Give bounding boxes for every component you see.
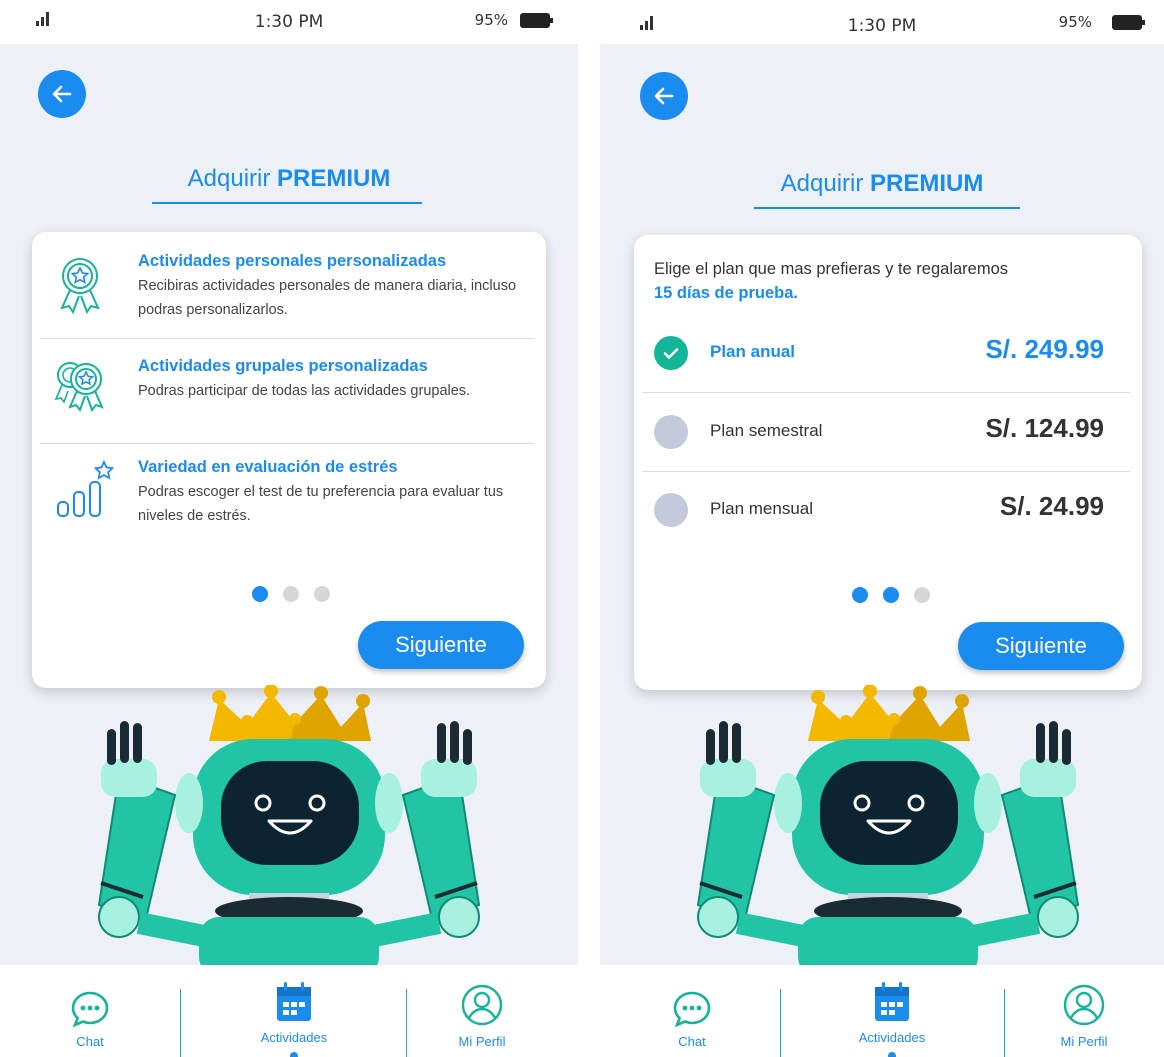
nav-label: Mi Perfil [1060, 1034, 1108, 1049]
title-underline [152, 202, 422, 204]
nav-divider [180, 989, 181, 1057]
pagination-dot[interactable] [883, 587, 899, 603]
status-bar: 1:30 PM 95% [0, 0, 578, 44]
premium-features-screen: 1:30 PM 95% Adquirir PREMIUM Actividades… [0, 0, 578, 1057]
pagination-dot[interactable] [314, 586, 330, 602]
pagination-dots [852, 587, 930, 603]
plan-name: Plan anual [710, 342, 796, 361]
calendar-icon [875, 982, 909, 1021]
arrow-left-icon [654, 87, 674, 105]
user-profile-icon [461, 984, 503, 1026]
nav-divider [1004, 989, 1005, 1057]
plan-name: Plan semestral [710, 421, 823, 440]
plans-intro: Elige el plan que mas prefieras y te reg… [654, 257, 1124, 305]
back-button[interactable] [640, 72, 688, 120]
screens-container: 1:30 PM 95% Adquirir PREMIUM Actividades… [0, 0, 1164, 1057]
trial-highlight: 15 días de prueba. [654, 284, 798, 302]
divider [642, 392, 1130, 393]
nav-divider [406, 989, 407, 1057]
feature-item: Actividades grupales personalizadas Podr… [32, 339, 546, 443]
feature-item: Actividades personales personalizadas Re… [32, 232, 546, 338]
next-button[interactable]: Siguiente [958, 622, 1124, 670]
feature-title: Variedad en evaluación de estrés [138, 458, 398, 476]
plan-price: S/. 249.99 [985, 334, 1104, 364]
plan-price: S/. 124.99 [985, 413, 1104, 443]
nav-item-chat[interactable]: Chat [30, 965, 150, 1057]
nav-item-actividades[interactable]: Actividades [832, 965, 952, 1057]
nav-label: Chat [76, 1034, 104, 1049]
nav-label: Actividades [260, 1030, 328, 1045]
bottom-navigation: Chat Actividades Mi Perfil [600, 965, 1164, 1057]
chat-bubble-icon [71, 991, 109, 1028]
user-profile-icon [1063, 984, 1105, 1026]
premium-plans-screen: 1:30 PM 95% Adquirir PREMIUM Elige el pl… [600, 0, 1164, 1057]
nav-divider [780, 989, 781, 1057]
pagination-dot[interactable] [283, 586, 299, 602]
check-icon [663, 348, 679, 359]
plan-option[interactable]: Plan semestral S/. 124.99 [634, 399, 1142, 467]
chat-bubble-icon [673, 991, 711, 1028]
nav-label: Mi Perfil [458, 1034, 506, 1049]
pagination-dots [252, 586, 330, 602]
plans-card: Elige el plan que mas prefieras y te reg… [634, 235, 1142, 690]
plan-radio[interactable] [654, 493, 688, 527]
battery-icon [1112, 15, 1145, 30]
active-nav-indicator [290, 1052, 298, 1057]
nav-item-chat[interactable]: Chat [632, 965, 752, 1057]
award-badge-icon [60, 258, 100, 315]
status-bar: 1:30 PM 95% [600, 0, 1164, 44]
nav-label: Chat [678, 1034, 706, 1049]
bar-chart-star-icon [57, 459, 114, 517]
back-button[interactable] [38, 70, 86, 118]
page-title: Adquirir PREMIUM [187, 165, 391, 192]
feature-title: Actividades personales personalizadas [138, 252, 447, 270]
title-underline [754, 207, 1020, 209]
nav-item-mi-perfil[interactable]: Mi Perfil [422, 965, 542, 1057]
nav-item-mi-perfil[interactable]: Mi Perfil [1024, 965, 1144, 1057]
plan-name: Plan mensual [710, 499, 814, 518]
feature-item: Variedad en evaluación de estrés Podras … [32, 444, 546, 544]
next-button[interactable]: Siguiente [358, 621, 524, 669]
active-nav-indicator [888, 1052, 896, 1057]
divider [642, 471, 1130, 472]
plan-option[interactable]: Plan anual S/. 249.99 [634, 320, 1142, 388]
plan-radio-checked[interactable] [654, 336, 688, 370]
plan-option[interactable]: Plan mensual S/. 24.99 [634, 477, 1142, 545]
pagination-dot[interactable] [852, 587, 868, 603]
feature-title: Actividades grupales personalizadas [138, 357, 428, 375]
nav-item-actividades[interactable]: Actividades [234, 965, 354, 1057]
calendar-icon [277, 982, 311, 1021]
robot-mascot-illustration [97, 685, 481, 965]
pagination-dot[interactable] [252, 586, 268, 602]
feature-description: Podras escoger el test de tu preferencia… [138, 484, 504, 524]
double-award-icon [54, 362, 104, 413]
battery-icon [520, 13, 553, 28]
features-card: Actividades personales personalizadas Re… [32, 232, 546, 688]
nav-label: Actividades [858, 1030, 926, 1045]
feature-description: Podras participar de todas las actividad… [138, 383, 471, 399]
battery-percent: 95% [474, 11, 508, 29]
page-title: Adquirir PREMIUM [780, 170, 984, 197]
robot-mascot-illustration [696, 685, 1080, 965]
plan-price: S/. 24.99 [999, 491, 1104, 521]
battery-percent: 95% [1058, 13, 1092, 31]
pagination-dot[interactable] [914, 587, 930, 603]
bottom-navigation: Chat Actividades Mi Perfil [0, 965, 578, 1057]
arrow-left-icon [52, 85, 72, 103]
plan-radio[interactable] [654, 415, 688, 449]
feature-description: Recibiras actividades personales de mane… [138, 278, 517, 318]
